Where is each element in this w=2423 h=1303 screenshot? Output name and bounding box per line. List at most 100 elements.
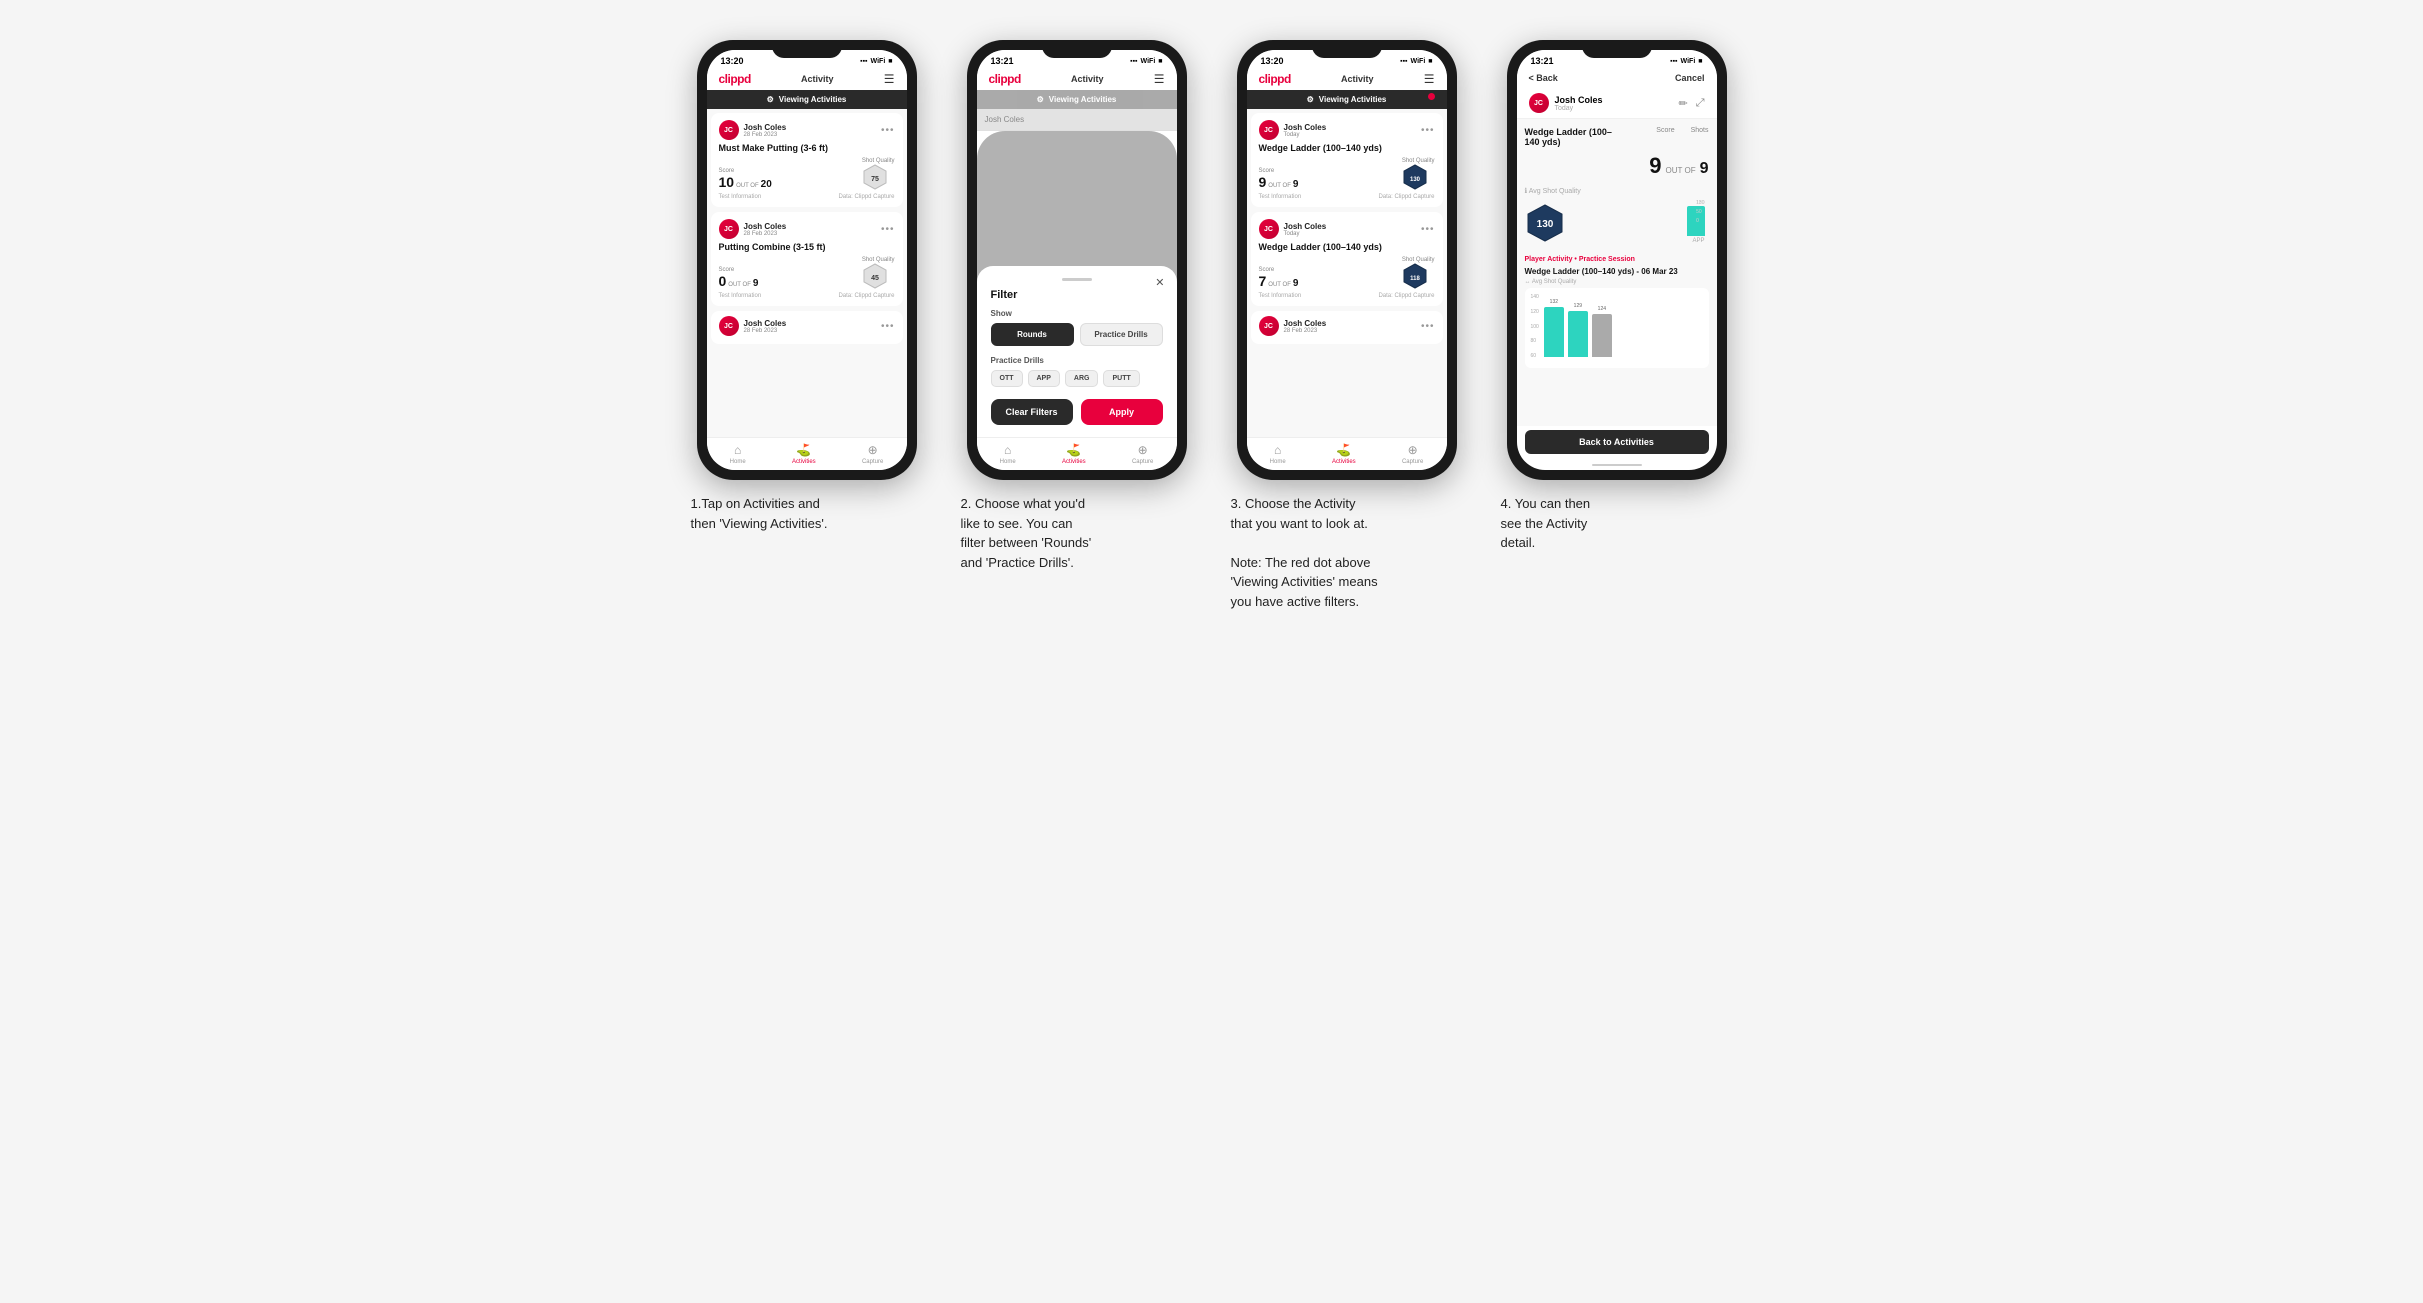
filter-practice-label: Practice Drills: [991, 356, 1163, 365]
sq-badge-3-1: 130: [1402, 164, 1428, 190]
bar-val-3: 124: [1598, 306, 1606, 312]
score-group-3-2: Score 7 OUT OF 9: [1259, 267, 1299, 289]
wifi-icon-2: WiFi: [1141, 58, 1156, 65]
detail-user-date: Today: [1555, 105, 1603, 112]
more-dots-1-2[interactable]: •••: [881, 224, 895, 235]
blurred-card-2: Josh Coles: [977, 109, 1177, 131]
bottom-nav-activities-1[interactable]: ⛳ Activities: [792, 443, 816, 465]
bottom-nav-home-1[interactable]: ⌂ Home: [730, 443, 746, 465]
phone-3-notch: [1312, 40, 1382, 58]
filter-actions: Clear Filters Apply: [991, 399, 1163, 425]
detail-score-value: 9: [1649, 153, 1661, 179]
bottom-nav-activities-3[interactable]: ⛳ Activities: [1332, 443, 1356, 465]
info-icon-4: ℹ: [1525, 188, 1528, 195]
activities-label-2: Activities: [1062, 459, 1086, 465]
edit-icon[interactable]: ✏: [1678, 97, 1687, 110]
status-icons-4: ▪▪▪ WiFi ■: [1670, 58, 1702, 65]
h-bar-shape-2: [1568, 311, 1588, 357]
more-dots-3-2[interactable]: •••: [1421, 224, 1435, 235]
activity-card-3-1[interactable]: JC Josh Coles Today ••• Wedge Ladder (10…: [1251, 113, 1443, 207]
phone-4-notch: [1582, 40, 1652, 58]
user-info-3-2: Josh Coles Today: [1284, 222, 1327, 237]
avatar-1-1: JC: [719, 120, 739, 140]
activity-card-3-3[interactable]: JC Josh Coles 28 Feb 2023 •••: [1251, 311, 1443, 344]
activities-list-3: JC Josh Coles Today ••• Wedge Ladder (10…: [1247, 109, 1447, 437]
detail-score-labels: Score Shots: [1656, 127, 1708, 134]
more-dots-3-1[interactable]: •••: [1421, 125, 1435, 136]
chip-app[interactable]: APP: [1028, 370, 1060, 387]
back-to-activities-btn[interactable]: Back to Activities: [1525, 430, 1709, 454]
card-footer-3-1: Test Information Data: Clippd Capture: [1259, 194, 1435, 200]
user-date-3-2: Today: [1284, 231, 1327, 237]
filter-practice-btn[interactable]: Practice Drills: [1080, 323, 1163, 346]
chart-x-label: APP: [1692, 238, 1704, 244]
battery-icon-2: ■: [1158, 58, 1162, 65]
activities-icon-1: ⛳: [796, 443, 811, 457]
hamburger-icon-1[interactable]: ☰: [884, 72, 895, 86]
bottom-nav-home-2[interactable]: ⌂ Home: [1000, 443, 1016, 465]
expand-icon[interactable]: ⤢: [1696, 97, 1705, 110]
capture-label-1: Capture: [862, 459, 883, 465]
avatar-3-3: JC: [1259, 316, 1279, 336]
apply-filter-btn[interactable]: Apply: [1081, 399, 1163, 425]
outof-1-2: OUT OF: [728, 282, 751, 288]
chip-ott[interactable]: OTT: [991, 370, 1023, 387]
user-name-1-1: Josh Coles: [744, 123, 787, 132]
detail-outof: OUT OF: [1666, 166, 1696, 175]
score-value-3-2: 7: [1259, 273, 1267, 289]
status-time-2: 13:21: [991, 56, 1014, 66]
footer-left-3-2: Test Information: [1259, 293, 1302, 299]
filter-rounds-btn[interactable]: Rounds: [991, 323, 1074, 346]
avg-sq-section-label: ℹ Avg Shot Quality: [1525, 187, 1709, 195]
nav-logo-3: clippd: [1259, 72, 1291, 86]
activity-card-1-1[interactable]: JC Josh Coles 28 Feb 2023 ••• Must Make …: [711, 113, 903, 207]
more-dots-3-3[interactable]: •••: [1421, 321, 1435, 332]
score-row-1-2: 0 OUT OF 9: [719, 273, 759, 289]
bottom-nav-capture-3[interactable]: ⊕ Capture: [1402, 443, 1423, 465]
chip-arg[interactable]: ARG: [1065, 370, 1099, 387]
phone-2-shell: 13:21 ▪▪▪ WiFi ■ clippd Activity ☰ ⚙ V: [967, 40, 1187, 480]
detail-drill-title: Wedge Ladder (100–140 yds): [1525, 127, 1625, 147]
more-dots-1-3[interactable]: •••: [881, 321, 895, 332]
bottom-nav-capture-2[interactable]: ⊕ Capture: [1132, 443, 1153, 465]
bottom-nav-capture-1[interactable]: ⊕ Capture: [862, 443, 883, 465]
detail-header: < Back Cancel: [1517, 68, 1717, 88]
nav-title-3: Activity: [1341, 74, 1374, 84]
home-icon-3: ⌂: [1274, 443, 1281, 457]
filter-icon-3: ⚙: [1307, 95, 1314, 104]
more-dots-1-1[interactable]: •••: [881, 125, 895, 136]
chart-y-labels: 100 50 0: [1696, 200, 1704, 224]
activity-card-1-3[interactable]: JC Josh Coles 28 Feb 2023 •••: [711, 311, 903, 344]
filter-show-label: Show: [991, 309, 1163, 318]
filter-close-icon[interactable]: ✕: [1155, 276, 1164, 289]
home-icon-1: ⌂: [734, 443, 741, 457]
viewing-bar-1[interactable]: ⚙ Viewing Activities: [707, 90, 907, 109]
signal-icon: ▪▪▪: [860, 58, 867, 65]
sq-group-3-2: Shot Quality 118: [1402, 257, 1435, 289]
hamburger-icon-2[interactable]: ☰: [1154, 72, 1165, 86]
activity-card-1-2[interactable]: JC Josh Coles 28 Feb 2023 ••• Putting Co…: [711, 212, 903, 306]
bottom-nav-home-3[interactable]: ⌂ Home: [1270, 443, 1286, 465]
bottom-divider: [1592, 464, 1642, 466]
hamburger-icon-3[interactable]: ☰: [1424, 72, 1435, 86]
filter-overlay-container: ✕ Filter Show Rounds Practice Drills Pra…: [977, 131, 1177, 437]
chip-putt[interactable]: PUTT: [1103, 370, 1139, 387]
clear-filters-btn[interactable]: Clear Filters: [991, 399, 1073, 425]
phone-4-screen: 13:21 ▪▪▪ WiFi ■ < Back Cancel: [1517, 50, 1717, 470]
bar-val-2: 129: [1574, 303, 1582, 309]
user-name-1-3: Josh Coles: [744, 319, 787, 328]
filter-sheet: ✕ Filter Show Rounds Practice Drills Pra…: [977, 266, 1177, 437]
score-value-3-1: 9: [1259, 174, 1267, 190]
card-user-1-2: JC Josh Coles 28 Feb 2023: [719, 219, 787, 239]
history-bars: 132 129 124: [1544, 299, 1612, 359]
sq-value-3-1: 130: [1410, 177, 1421, 183]
y-axis: 140 120 100 80 60: [1531, 294, 1539, 359]
back-button[interactable]: < Back: [1529, 73, 1558, 83]
activity-card-3-2[interactable]: JC Josh Coles Today ••• Wedge Ladder (10…: [1251, 212, 1443, 306]
avatar-3-2: JC: [1259, 219, 1279, 239]
sq-value-1-1: 75: [871, 176, 879, 183]
viewing-bar-3[interactable]: ⚙ Viewing Activities: [1247, 90, 1447, 109]
cancel-button[interactable]: Cancel: [1675, 73, 1705, 83]
bottom-nav-activities-2[interactable]: ⛳ Activities: [1062, 443, 1086, 465]
filter-toggle-row: Rounds Practice Drills: [991, 323, 1163, 346]
